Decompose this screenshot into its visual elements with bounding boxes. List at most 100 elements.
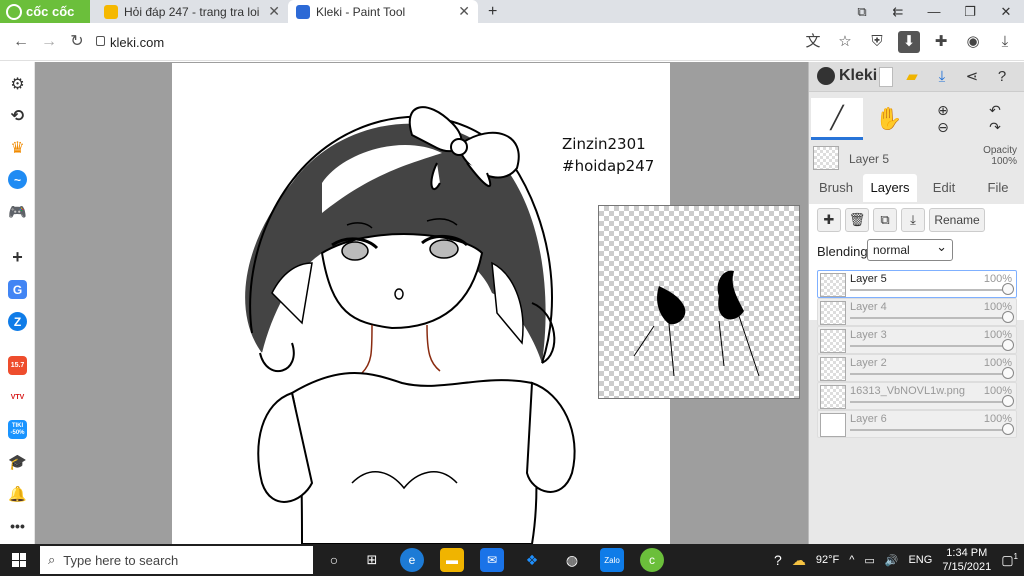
layer-opacity-knob[interactable] [1002,311,1014,323]
history-icon[interactable]: ⟲ [8,106,27,125]
language-indicator[interactable]: ENG [908,554,932,566]
layer-item-2[interactable]: Layer 2 100% [817,354,1017,382]
duplicate-layer-button[interactable]: ⧉ [873,208,897,232]
zalo-app-icon[interactable]: Zalo [600,548,624,572]
address-bar[interactable]: kleki.com [110,35,164,50]
cortana-icon[interactable]: ○ [322,548,346,572]
share-icon[interactable]: ⋖ [961,67,983,87]
edge-icon[interactable]: e [400,548,424,572]
kleki-canvas-area[interactable]: Zinzin2301 #hoidap247 [35,62,808,544]
add-layer-button[interactable]: ✚ [817,208,841,232]
layer-opacity-knob[interactable] [1002,395,1014,407]
restore-icon[interactable]: ❐ [952,4,988,20]
layer-opacity-slider[interactable] [850,429,1004,431]
vtv-icon[interactable]: VTV [8,388,27,407]
forward-icon[interactable]: → [38,31,60,53]
close-window-icon[interactable]: ✕ [988,4,1024,20]
translate-icon[interactable]: 文 [802,31,824,53]
kleki-logo[interactable]: Kleki [817,67,877,85]
shield-icon[interactable]: ⛨ [866,31,888,53]
tab-file[interactable]: File [971,174,1024,202]
notification-icon[interactable]: ▢1 [1001,552,1018,568]
clock[interactable]: 1:34 PM 7/15/2021 [942,546,991,574]
coccoc-menu-button[interactable]: cốc cốc [0,0,90,23]
zalo-sidebar-icon[interactable]: Z [8,312,27,331]
layer-opacity-slider[interactable] [850,345,1004,347]
reload-icon[interactable]: ↻ [66,31,88,53]
shopee-icon[interactable]: 15.7 [8,356,27,375]
hand-tool-button[interactable]: ✋ [863,98,915,140]
undo-icon[interactable]: ↶ [989,102,1001,119]
file-explorer-icon[interactable]: ▬ [440,548,464,572]
tiki-icon[interactable]: TIKI -50% [8,420,27,439]
tab-brush[interactable]: Brush [809,174,863,202]
delete-layer-button[interactable]: 🗑 [845,208,869,232]
downloads-icon[interactable]: ⤓ [994,31,1016,53]
drawing-canvas[interactable]: Zinzin2301 #hoidap247 [172,63,670,544]
tab-edit[interactable]: Edit [917,174,971,202]
game-controller-icon[interactable]: 🎮 [8,202,27,221]
translate-sidebar-icon[interactable]: G [8,280,27,299]
more-icon[interactable]: ••• [8,516,27,535]
battery-icon[interactable]: ▭ [864,554,874,567]
layer-item-6[interactable]: Layer 6 100% [817,410,1017,438]
layer-item-image[interactable]: 16313_VbNOVL1w.png 100% [817,382,1017,410]
undo-redo-buttons[interactable]: ↶ ↷ [969,98,1021,140]
coccoc-app-icon[interactable]: c [640,548,664,572]
help-icon[interactable]: ? [991,67,1013,87]
profile-icon[interactable]: ◉ [962,31,984,53]
lock-icon[interactable] [96,36,105,46]
zoom-buttons[interactable]: ⊕ ⊖ [917,98,969,140]
graduation-cap-icon[interactable]: 🎓 [8,452,27,471]
tab-search-icon[interactable]: ⧉ [844,4,880,20]
bookmark-star-icon[interactable]: ☆ [834,31,856,53]
zoom-out-icon[interactable]: ⊖ [937,119,949,136]
save-download-icon[interactable]: ⤓ [931,67,953,87]
weather-temp[interactable]: 92°F [816,554,839,566]
tab-hoidap[interactable]: Hỏi đáp 247 - trang tra loi ✕ [96,0,288,23]
new-file-icon[interactable] [879,67,893,87]
blending-mode-select[interactable]: normal [867,237,953,261]
dropbox-icon[interactable]: ❖ [520,548,544,572]
tray-expand-icon[interactable]: ^ [849,554,854,566]
download-page-icon[interactable]: ⬇ [898,31,920,53]
weather-icon[interactable]: ☁ [792,552,806,569]
mail-icon[interactable]: ✉ [480,548,504,572]
brush-tool-button[interactable]: ╱ [811,98,863,140]
layer-item-4[interactable]: Layer 4 100% [817,298,1017,326]
new-tab-button[interactable]: + [480,0,505,23]
close-tab-icon[interactable]: ✕ [268,3,280,20]
messenger-icon[interactable]: ~ [8,170,27,189]
task-view-icon[interactable]: ⊞ [360,548,384,572]
back-icon[interactable]: ← [10,31,32,53]
layer-opacity-knob[interactable] [1002,367,1014,379]
settings-gear-icon[interactable]: ⚙ [8,74,27,93]
extensions-icon[interactable]: ✚ [930,31,952,53]
back-arrow-icon[interactable]: ⇇ [880,4,916,20]
layer-item-3[interactable]: Layer 3 100% [817,326,1017,354]
layer-item-5[interactable]: Layer 5 100% [817,270,1017,298]
github-icon[interactable]: ◍ [560,548,584,572]
zoom-in-icon[interactable]: ⊕ [937,102,949,119]
layer-opacity-slider[interactable] [850,401,1004,403]
add-icon[interactable]: + [8,247,27,267]
layer-opacity-knob[interactable] [1002,423,1014,435]
rename-layer-button[interactable]: Rename [929,208,985,232]
redo-icon[interactable]: ↷ [989,119,1001,136]
close-tab-icon[interactable]: ✕ [458,3,470,20]
bell-icon[interactable]: 🔔 [8,484,27,503]
layer-opacity-slider[interactable] [850,289,1004,291]
help-tray-icon[interactable]: ? [774,552,782,568]
layer-opacity-knob[interactable] [1002,339,1014,351]
crown-icon[interactable]: ♛ [8,138,27,157]
layer-opacity-slider[interactable] [850,317,1004,319]
tab-layers[interactable]: Layers [863,174,917,202]
merge-down-button[interactable]: ⤓ [901,208,925,232]
layer-opacity-slider[interactable] [850,373,1004,375]
tab-kleki[interactable]: Kleki - Paint Tool ✕ [288,0,478,23]
windows-start-icon[interactable] [12,553,26,567]
layer-opacity-knob[interactable] [1002,283,1014,295]
minimize-icon[interactable]: — [916,4,952,19]
volume-icon[interactable]: 🔊 [885,554,899,567]
open-folder-icon[interactable]: ▰ [901,67,923,87]
